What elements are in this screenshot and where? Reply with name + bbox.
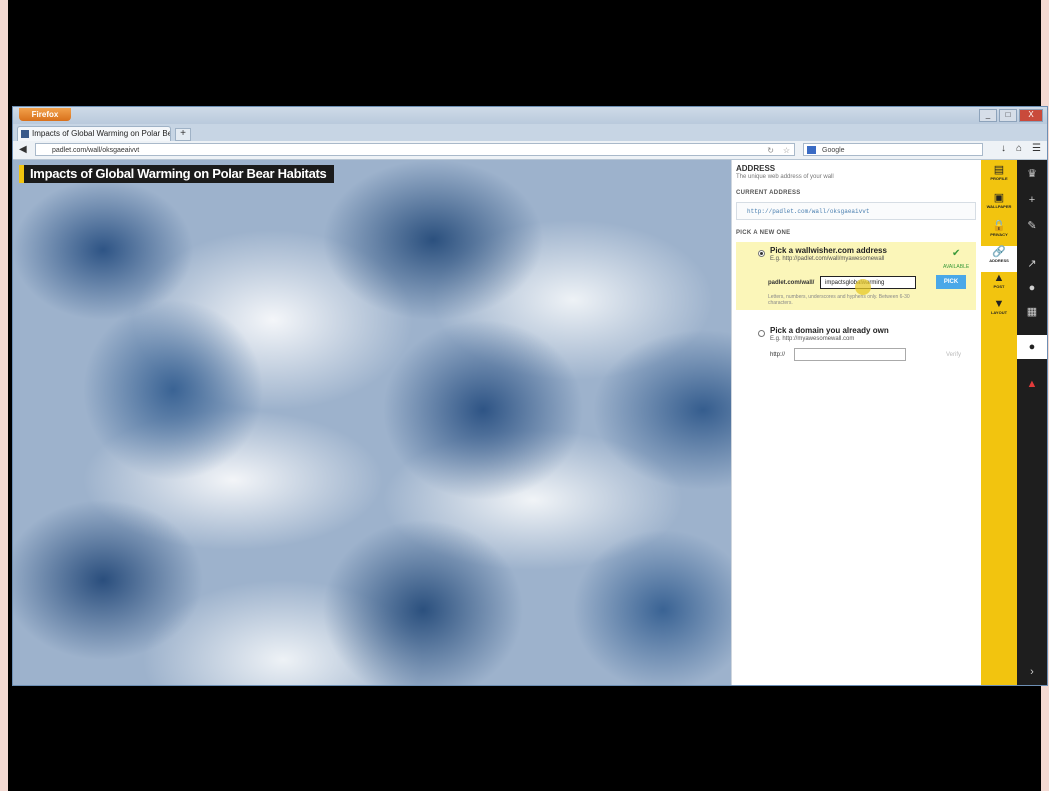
browser-tab[interactable]: Impacts of Global Warming on Polar Bea..… <box>17 126 171 141</box>
wallpaper-icon: ▣ <box>993 192 1005 204</box>
domain-field-label: http:// <box>770 352 786 358</box>
option2-title: Pick a domain you already own <box>770 326 889 335</box>
tab-title: Impacts of Global Warming on Polar Bea..… <box>32 129 171 138</box>
url-text: padlet.com/wall/oksgaeaivvt <box>52 147 140 154</box>
custom-domain-input[interactable] <box>794 348 906 361</box>
search-engine-label: Google <box>822 147 845 154</box>
address-prefix: padlet.com/wall/ <box>768 280 815 286</box>
sidebar-item-layout[interactable]: ▼ LAYOUT <box>981 298 1017 324</box>
mouse-cursor-highlight <box>855 279 871 295</box>
pick-new-label: PICK A NEW ONE <box>736 230 791 236</box>
reload-icon[interactable]: ↻ <box>767 144 774 157</box>
wall-title[interactable]: Impacts of Global Warming on Polar Bear … <box>19 165 335 183</box>
profile-icon: ▤ <box>993 164 1005 176</box>
title-bar: Firefox _ □ X <box>13 107 1047 124</box>
window-controls: _ □ X <box>979 109 1043 122</box>
new-tab-button[interactable]: + <box>175 128 191 141</box>
tab-strip: Impacts of Global Warming on Polar Bea..… <box>13 124 1047 141</box>
settings-sidebar: ▤ PROFILE ▣ WALLPAPER 🔒 PRIVACY 🔗 ADDRES… <box>981 160 1017 685</box>
search-bar[interactable]: Google <box>803 143 983 156</box>
expand-icon[interactable]: › <box>1017 660 1047 684</box>
layout-icon: ▼ <box>993 298 1005 310</box>
option2-example: E.g. http://myawesomewall.com <box>770 336 855 342</box>
downloads-icon[interactable]: ↓ <box>1001 143 1006 154</box>
home-icon[interactable]: ⌂ <box>1016 143 1022 154</box>
address-icon: 🔗 <box>992 246 1006 258</box>
toolbar-icons: ↓ ⌂ ☰ <box>1001 143 1041 154</box>
current-address-value: http://padlet.com/wall/oksgaeaivvt <box>736 202 976 220</box>
grid-icon[interactable]: ▦ <box>1017 300 1047 324</box>
firefox-menu-button[interactable]: Firefox <box>19 108 71 121</box>
padlet-favicon-icon <box>21 130 29 138</box>
minimize-button[interactable]: _ <box>979 109 997 122</box>
verify-button[interactable]: Verify <box>946 352 961 358</box>
sidebar-item-address[interactable]: 🔗 ADDRESS <box>981 246 1017 272</box>
navigation-bar: ◀ padlet.com/wall/oksgaeaivvt ↻ ☆ Google… <box>13 141 1047 160</box>
google-search-icon <box>807 146 816 154</box>
post-icon: ▲ <box>993 272 1005 284</box>
current-address-label: CURRENT ADDRESS <box>736 190 801 196</box>
address-settings-panel: ADDRESS The unique web address of your w… <box>731 160 982 685</box>
option1-radio[interactable] <box>758 250 765 257</box>
url-bar[interactable]: padlet.com/wall/oksgaeaivvt ↻ ☆ <box>35 143 795 156</box>
alert-icon[interactable]: ▲ <box>1017 372 1047 396</box>
check-icon: ✔ <box>952 248 961 259</box>
circle-icon[interactable]: ● <box>1017 335 1047 359</box>
browser-window: Firefox _ □ X Impacts of Global Warming … <box>12 106 1048 686</box>
plus-icon[interactable]: + <box>1017 188 1047 212</box>
panel-subheading: The unique web address of your wall <box>736 174 834 180</box>
wall-canvas[interactable]: Impacts of Global Warming on Polar Bear … <box>13 160 731 685</box>
panel-heading: ADDRESS <box>736 164 776 173</box>
wallwisher-address-option[interactable]: Pick a wallwisher.com address E.g. http:… <box>736 242 976 310</box>
bookmark-star-icon[interactable]: ☆ <box>783 144 790 157</box>
sidebar-item-wallpaper[interactable]: ▣ WALLPAPER <box>981 192 1017 218</box>
sidebar-item-profile[interactable]: ▤ PROFILE <box>981 164 1017 190</box>
crown-icon[interactable]: ♛ <box>1017 162 1047 186</box>
sidebar-item-privacy[interactable]: 🔒 PRIVACY <box>981 220 1017 246</box>
availability-status: AVAILABLE <box>943 264 970 270</box>
wrench-icon[interactable]: ✎ <box>1017 214 1047 238</box>
maximize-button[interactable]: □ <box>999 109 1017 122</box>
menu-icon[interactable]: ☰ <box>1032 143 1041 154</box>
option1-example: E.g. http://padlet.com/wall/myawesomewal… <box>770 256 885 262</box>
pick-button[interactable]: PICK <box>936 275 966 289</box>
privacy-icon: 🔒 <box>992 220 1006 232</box>
back-arrow-icon[interactable]: ◀ <box>19 144 31 156</box>
close-button[interactable]: X <box>1019 109 1043 122</box>
info-icon[interactable]: ● <box>1017 276 1047 300</box>
share-icon[interactable]: ↗ <box>1017 252 1047 276</box>
option2-radio[interactable] <box>758 330 765 337</box>
action-sidebar: ♛ + ✎ ↗ ● ▦ ● ▲ › <box>1017 160 1047 685</box>
option1-title: Pick a wallwisher.com address <box>770 246 887 255</box>
sidebar-item-post[interactable]: ▲ POST <box>981 272 1017 298</box>
video-border-left <box>0 0 8 791</box>
address-hint: Letters, numbers, underscores and hyphen… <box>768 294 910 306</box>
